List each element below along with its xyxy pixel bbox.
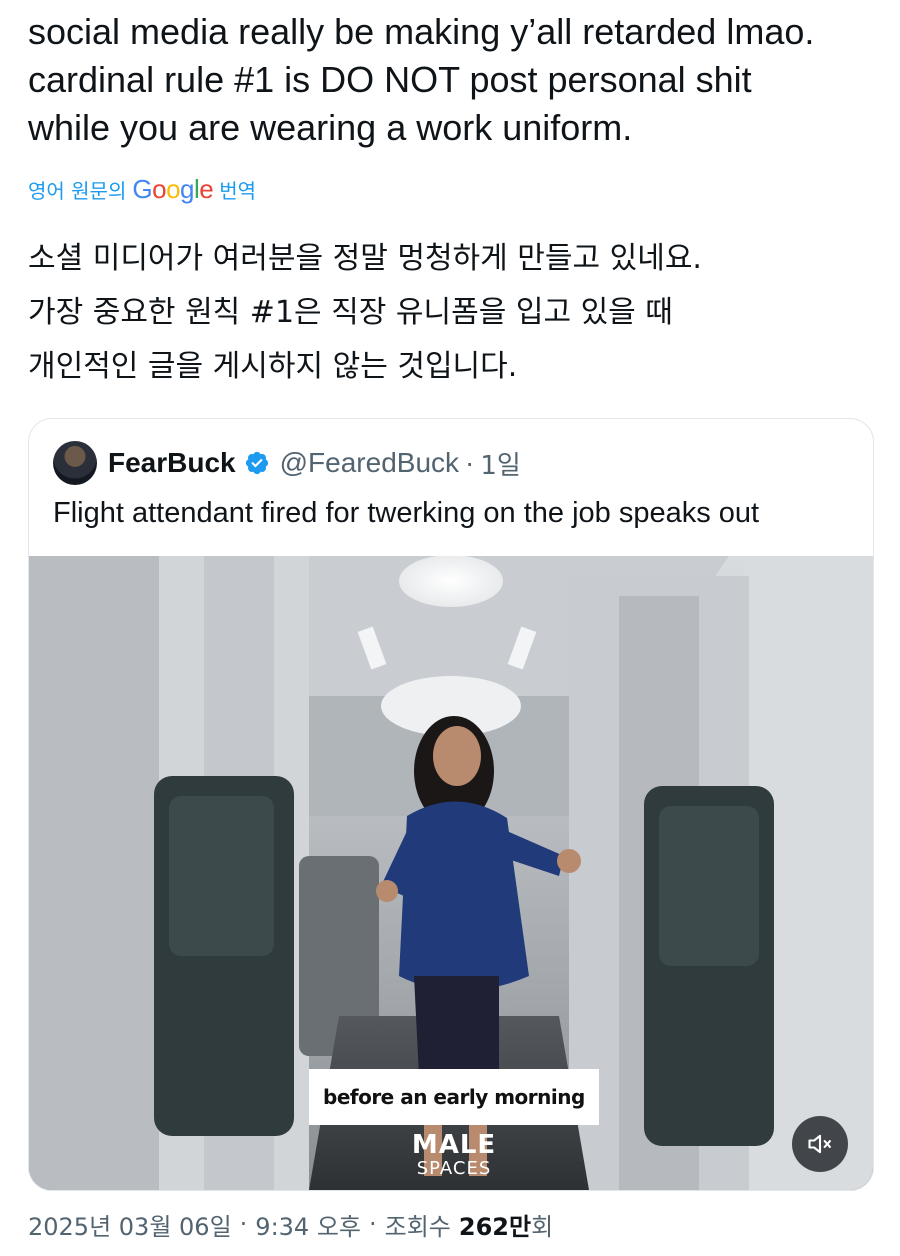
quoted-tweet-header: FearBuck @FearedBuck · 1일 [53, 441, 521, 485]
translation-prefix: 영어 원문의 [28, 178, 127, 203]
watermark-line1: MALE [411, 1130, 497, 1160]
verified-badge-icon [245, 451, 268, 475]
handle[interactable]: @FearedBuck [280, 447, 459, 479]
tweet-meta: 2025년 03월 06일 · 9:34 오후 · 조회수 262만 회 [28, 1204, 553, 1244]
translation-suffix: 번역 [219, 178, 257, 203]
views-suffix: 회 [531, 1212, 554, 1241]
video-subtitle: before an early morning [309, 1069, 599, 1125]
post-time-full[interactable]: 9:34 오후 [255, 1207, 361, 1242]
quoted-tweet-text: Flight attendant fired for twerking on t… [53, 497, 760, 529]
avatar[interactable] [53, 441, 97, 485]
separator-dot: · [239, 1210, 248, 1238]
post-time[interactable]: 1일 [480, 445, 520, 482]
mute-button[interactable] [792, 1116, 848, 1172]
separator-dot: · [368, 1210, 377, 1238]
separator-dot: · [465, 447, 475, 478]
speaker-muted-icon [808, 1134, 831, 1154]
quoted-tweet-card[interactable]: FearBuck @FearedBuck · 1일 Flight attenda… [28, 418, 874, 1191]
views-label: 조회수 [384, 1212, 451, 1241]
display-name[interactable]: FearBuck [108, 447, 236, 479]
translated-text: 소셜 미디어가 여러분을 정말 멍청하게 만들고 있네요. 가장 중요한 원칙 … [28, 241, 702, 384]
tweet-text: social media really be making y’all reta… [28, 11, 815, 148]
views-count[interactable]: 262만 [459, 1207, 531, 1242]
translation-attribution[interactable]: 영어 원문의 Google 번역 [28, 172, 256, 206]
watermark-line2: SPACES [416, 1158, 492, 1179]
google-logo: Google [132, 173, 214, 204]
post-date[interactable]: 2025년 03월 06일 [28, 1207, 232, 1242]
male-spaces-watermark: MALE SPACES [409, 1131, 499, 1179]
video-player[interactable]: before an early morning MALE SPACES [29, 556, 873, 1190]
